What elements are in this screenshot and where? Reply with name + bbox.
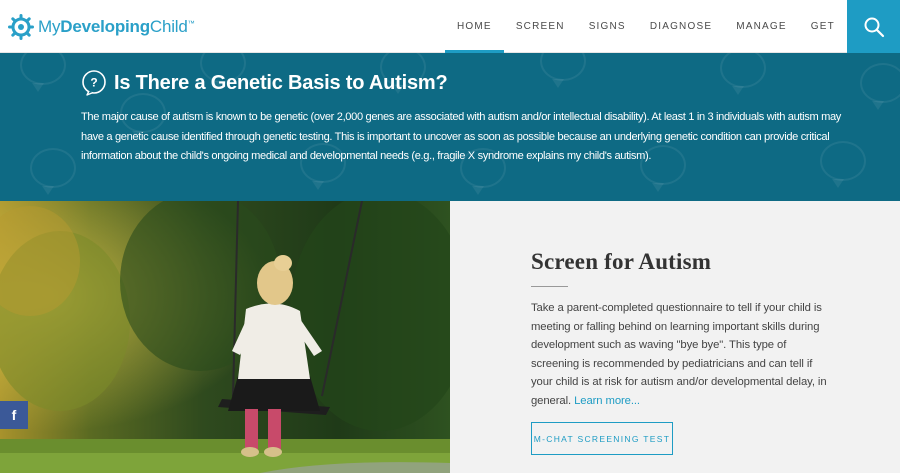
nav-diagnose[interactable]: DIAGNOSE <box>638 0 724 53</box>
genetic-basis-banner: ? Is There a Genetic Basis to Autism? Th… <box>0 53 900 201</box>
panel-paragraph: Take a parent-completed questionnaire to… <box>531 299 831 411</box>
search-icon <box>864 17 884 37</box>
site-logo[interactable]: MyDevelopingChild™ <box>8 12 195 42</box>
search-button[interactable] <box>847 0 900 53</box>
title-divider <box>531 286 568 287</box>
main-nav: HOME SCREEN SIGNS DIAGNOSE MANAGE GET SU… <box>445 0 900 85</box>
bubble-pattern-icon <box>860 63 900 110</box>
nav-manage[interactable]: MANAGE <box>724 0 799 53</box>
trademark-mark: ™ <box>187 20 195 28</box>
child-on-swing-photo <box>0 201 450 473</box>
bubble-pattern-icon <box>30 148 76 195</box>
brand-part-my: My <box>38 17 61 36</box>
facebook-icon: f <box>11 407 17 423</box>
bubble-pattern-icon <box>20 53 66 92</box>
panel-title: Screen for Autism <box>531 249 712 274</box>
brand-part-developing: Developing <box>60 17 150 36</box>
nav-screen[interactable]: SCREEN <box>504 0 577 53</box>
bubble-pattern-icon <box>720 53 766 95</box>
brand-part-child: Child <box>149 17 188 36</box>
facebook-share-button[interactable]: f <box>0 401 28 429</box>
banner-paragraph: The major cause of autism is known to be… <box>81 111 842 162</box>
svg-text:?: ? <box>90 76 97 90</box>
site-header: MyDevelopingChild™ HOME SCREEN SIGNS DIA… <box>0 0 900 85</box>
brand-name: MyDevelopingChild™ <box>38 17 195 37</box>
nav-home[interactable]: HOME <box>445 0 504 53</box>
question-bubble-icon: ? <box>82 70 106 96</box>
panel-body-text: Take a parent-completed questionnaire to… <box>531 302 827 407</box>
learn-more-link[interactable]: Learn more... <box>574 395 640 407</box>
swing-photo-illustration <box>0 201 450 473</box>
screen-for-autism-panel: Screen for Autism Take a parent-complete… <box>450 201 900 473</box>
mchat-screening-test-button[interactable]: M-CHAT SCREENING TEST <box>531 422 673 455</box>
nav-signs[interactable]: SIGNS <box>577 0 638 53</box>
banner-title: Is There a Genetic Basis to Autism? <box>114 71 448 94</box>
bubble-pattern-icon <box>540 53 586 88</box>
banner-heading: ? Is There a Genetic Basis to Autism? <box>81 70 448 96</box>
gear-logo-icon <box>8 14 34 40</box>
